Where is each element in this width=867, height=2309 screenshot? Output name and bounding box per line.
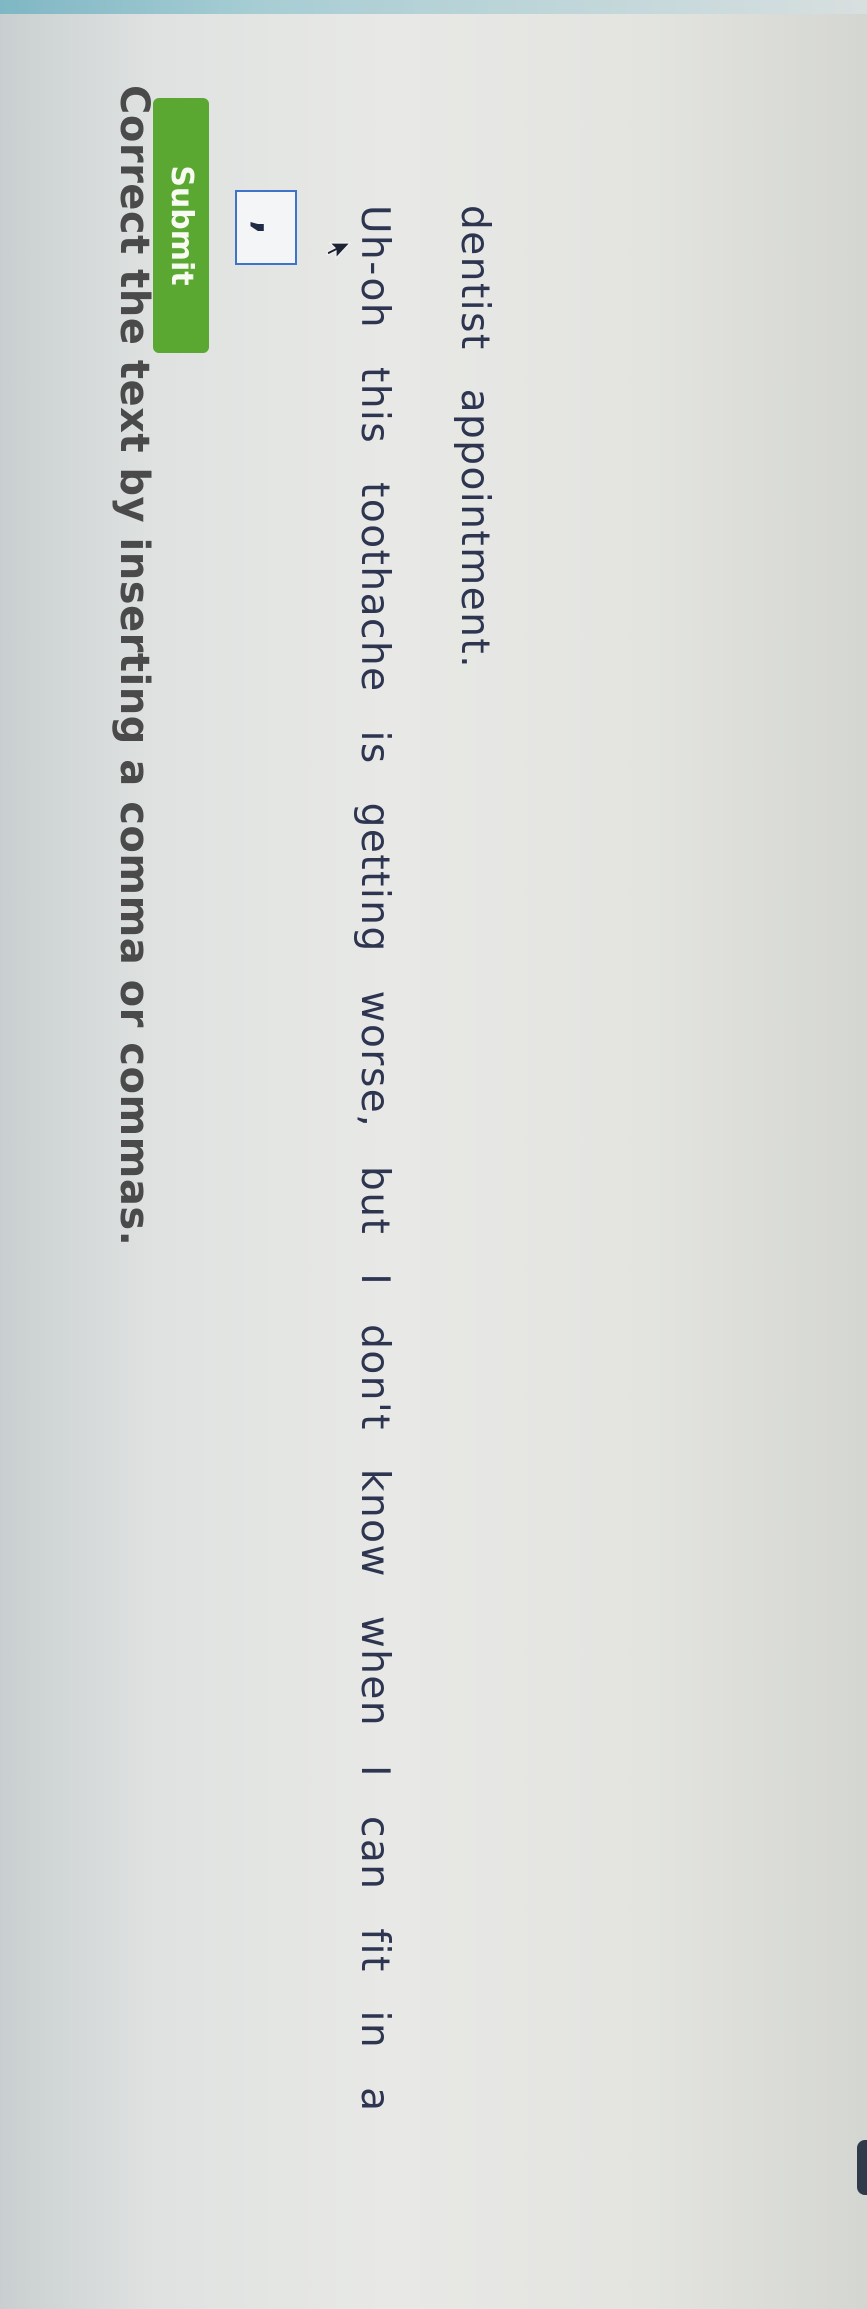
sentence-line-2[interactable]: dentist appointment. <box>452 205 497 669</box>
exercise-panel: Correct the text by inserting a comma or… <box>0 0 867 2309</box>
comma-drag-tile[interactable]: , <box>235 190 297 265</box>
sentence-line-1[interactable]: Uh-oh this toothache is getting worse, b… <box>352 205 397 2113</box>
instruction-text: Correct the text by inserting a comma or… <box>111 85 157 1247</box>
submit-button[interactable]: Submit <box>153 98 209 353</box>
cursor-arrow-icon <box>326 242 352 260</box>
